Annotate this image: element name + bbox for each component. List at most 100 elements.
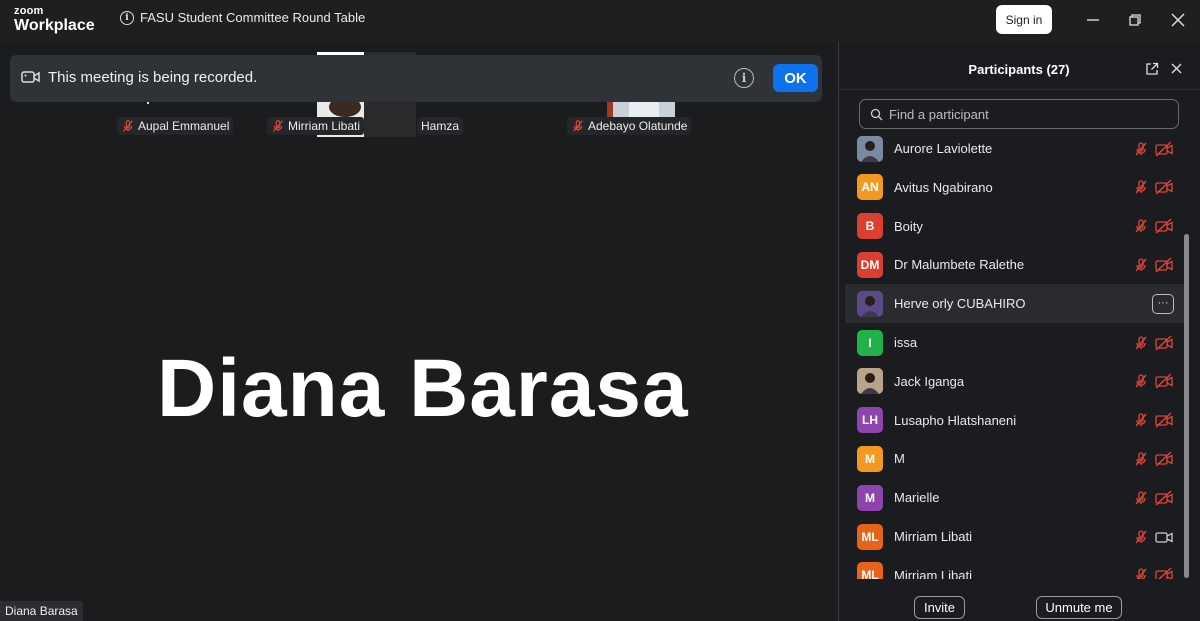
participant-name: Aurore Laviolette (894, 141, 993, 156)
avatar (857, 290, 883, 317)
search-input[interactable] (889, 106, 1169, 122)
restore-icon[interactable] (1123, 8, 1147, 32)
meeting-title: FASU Student Committee Round Table (140, 10, 366, 25)
close-icon[interactable] (1166, 8, 1190, 32)
avatar: ML (857, 523, 883, 550)
mic-muted-icon (573, 120, 583, 132)
meeting-info[interactable]: i FASU Student Committee Round Table (120, 10, 365, 25)
participant-name: Jack Iganga (894, 373, 965, 389)
recording-info-icon[interactable]: i (734, 68, 754, 88)
participant-row[interactable]: DM Dr Malumbete Ralethe (845, 245, 1185, 284)
avatar: AN (857, 174, 883, 201)
participant-row[interactable]: LH Lusapho Hlatshaneni (845, 401, 1185, 440)
avatar: B (857, 213, 883, 240)
participant-name: Lusapho Hlatshaneni (894, 412, 1017, 428)
recording-banner: This meeting is being recorded. i OK (10, 55, 822, 102)
participant-row[interactable]: ML Mirriam Libati (845, 517, 1185, 556)
camera-off-icon (1155, 179, 1173, 195)
avatar: LH (857, 407, 883, 434)
avatar: M (857, 445, 883, 472)
mic-muted-icon (1133, 218, 1149, 234)
video-tile-name: Adebayo Olatunde (588, 119, 688, 133)
participant-name: Marielle (894, 490, 940, 506)
video-stage: This meeting is being recorded. i OK Aup… (0, 42, 838, 621)
participant-row[interactable]: Iissa (845, 323, 1185, 362)
mic-muted-icon (1133, 529, 1149, 545)
participants-header: Participants (27) (839, 42, 1200, 90)
info-icon[interactable]: i (120, 10, 134, 25)
participant-search[interactable] (859, 99, 1179, 129)
invite-button[interactable]: Invite (914, 596, 965, 619)
recording-camera-icon (21, 70, 41, 89)
avatar: DM (857, 251, 883, 278)
mic-muted-icon (1133, 412, 1149, 428)
mic-muted-icon (123, 120, 133, 132)
mic-muted-icon (1133, 373, 1149, 389)
participant-name: issa (894, 335, 918, 350)
mic-muted-icon (1133, 179, 1149, 195)
avatar (857, 368, 883, 395)
scrollbar-thumb[interactable] (1184, 234, 1189, 578)
avatar: M (857, 484, 883, 511)
participants-panel: Participants (27) Aurore Laviolette AN Avi… (838, 42, 1200, 621)
video-tile-label: Adebayo Olatunde (567, 117, 692, 135)
avatar (857, 135, 883, 162)
participant-name: M (894, 451, 905, 467)
participant-name: Herve orly CUBAHIRO (894, 296, 1026, 312)
more-options-button[interactable]: ··· (1152, 293, 1174, 314)
title-bar: zoom Workplace i FASU Student Committee … (0, 0, 1200, 42)
participant-row[interactable]: Herve orly CUBAHIRO ··· (845, 284, 1185, 324)
participant-name: Boity (894, 218, 923, 234)
recording-ok-button[interactable]: OK (773, 64, 818, 92)
mic-muted-icon (1133, 141, 1149, 157)
panel-close-icon[interactable] (1170, 62, 1183, 80)
camera-icon (1155, 529, 1173, 545)
camera-off-icon (1155, 334, 1173, 351)
camera-off-icon (1155, 567, 1173, 579)
sign-in-button[interactable]: Sign in (996, 5, 1052, 34)
video-tile-label: Aupal Emmanuel (117, 117, 234, 135)
mic-muted-icon (1133, 567, 1149, 579)
camera-off-icon (1155, 257, 1173, 273)
mic-muted-icon (1133, 257, 1149, 273)
participant-name: Mirriam Libati (894, 567, 973, 579)
video-tile-name: Mirriam Libati (288, 119, 361, 133)
participant-name: Dr Malumbete Ralethe (894, 257, 1025, 273)
search-icon (870, 108, 883, 120)
participant-name: Mirriam Libati (894, 529, 973, 544)
video-tile-name: Aupal Emmanuel (138, 119, 230, 133)
mic-muted-icon (1133, 335, 1149, 351)
participant-list: Aurore Laviolette AN Avitus Ngabirano B Boit… (839, 129, 1187, 579)
participant-row[interactable]: ML Mirriam Libati (845, 556, 1185, 579)
avatar: ML (857, 562, 883, 579)
active-speaker-name: Diana Barasa (157, 343, 689, 434)
mic-muted-icon (273, 120, 283, 132)
popout-icon[interactable] (1145, 62, 1159, 81)
logo-line1: zoom (14, 5, 44, 17)
video-tile-name: Hamza (421, 119, 460, 133)
camera-off-icon (1155, 373, 1173, 389)
camera-off-icon (1155, 140, 1173, 157)
camera-off-icon (1155, 490, 1173, 506)
participant-row[interactable]: M Marielle (845, 478, 1185, 517)
camera-off-icon (1155, 412, 1173, 428)
video-tile-label: Hamza (417, 117, 464, 135)
logo-line2: Workplace (14, 17, 95, 34)
self-video-label: Diana Barasa (0, 601, 83, 621)
mic-muted-icon (1133, 451, 1149, 467)
recording-text: This meeting is being recorded. (48, 69, 258, 86)
participant-name: Avitus Ngabirano (894, 179, 993, 195)
participant-row[interactable]: MM (845, 439, 1185, 478)
minimize-icon[interactable] (1081, 8, 1105, 32)
camera-off-icon (1155, 451, 1173, 467)
unmute-me-button[interactable]: Unmute me (1036, 596, 1122, 619)
participant-row[interactable]: Jack Iganga (845, 362, 1185, 401)
participant-row[interactable]: Aurore Laviolette (845, 129, 1185, 168)
video-tile-label: Mirriam Libati (267, 117, 365, 135)
avatar: I (857, 329, 883, 356)
participant-row[interactable]: AN Avitus Ngabirano (845, 168, 1185, 207)
participant-row[interactable]: B Boity (845, 207, 1185, 246)
mic-muted-icon (1133, 490, 1149, 506)
camera-off-icon (1155, 218, 1173, 234)
zoom-logo: zoom Workplace (14, 6, 95, 34)
